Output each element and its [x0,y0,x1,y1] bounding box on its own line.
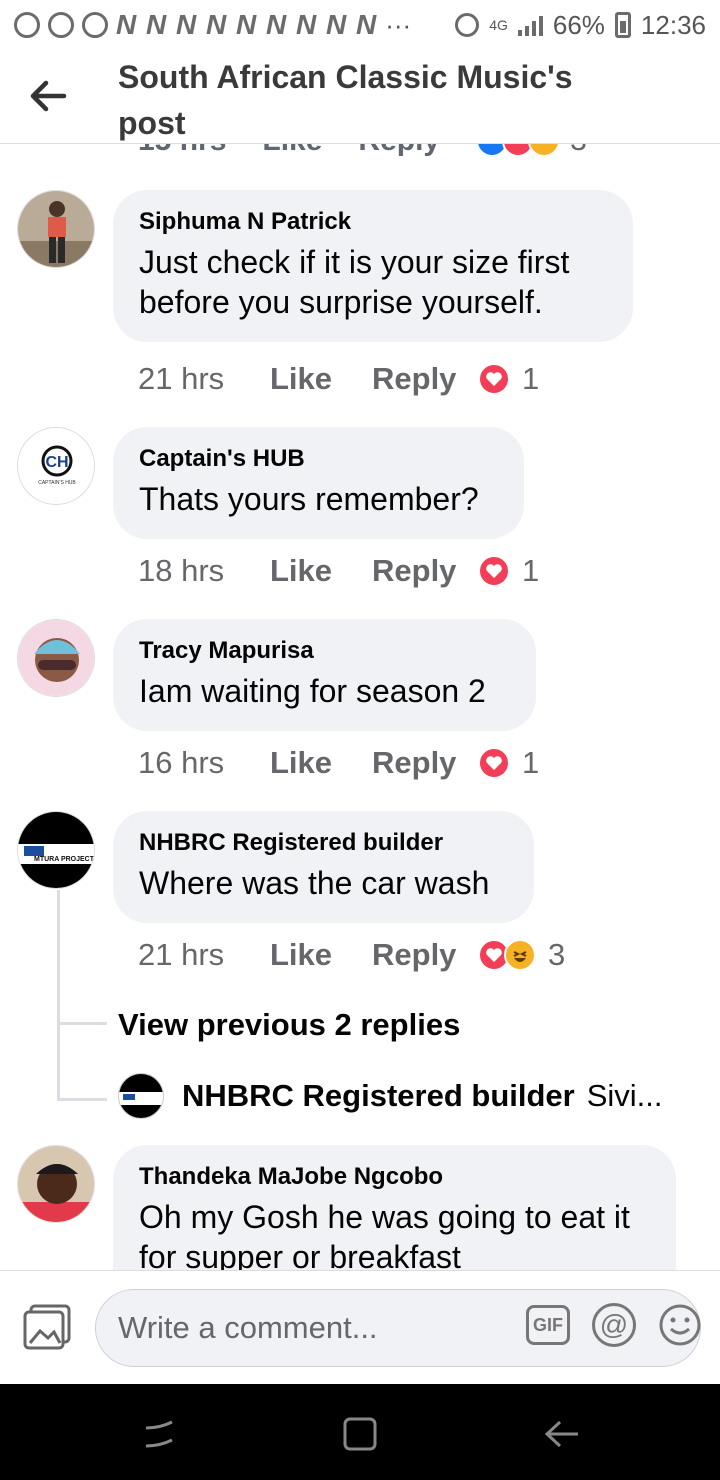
captains-hub-logo: CH CAPTAIN'S HUB [38,445,76,486]
reaction-count: 1 [522,361,540,396]
thread-line [57,1098,107,1101]
comment-bubble[interactable]: Thandeka MaJobe Ngcobo Oh my Gosh he was… [113,1145,676,1270]
whatsapp-icon [48,12,74,38]
avatar-photo [18,1146,94,1222]
haha-reaction-icon [504,939,536,971]
reaction-count: 1 [522,553,540,588]
mtura-project-logo: MTURA PROJECT [18,812,95,888]
view-previous-replies-link[interactable]: View previous 2 replies [118,1007,460,1043]
back-arrow-icon[interactable] [28,76,68,116]
gif-icon[interactable]: GIF [526,1305,570,1345]
avatar[interactable] [118,1073,164,1119]
status-bar: N N N N N N N N N ··· 4G 66% 12:36 [0,0,720,50]
mtura-project-logo [119,1074,163,1118]
comment-composer: Write a comment... GIF @ [0,1270,720,1384]
reactions[interactable] [478,555,510,587]
battery-icon [614,12,631,38]
comment-bubble[interactable]: Tracy Mapurisa Iam waiting for season 2 [113,619,536,731]
avatar[interactable] [17,190,95,268]
mention-icon[interactable]: @ [592,1303,636,1347]
more-notifications: ··· [385,9,412,40]
reactions[interactable] [478,363,510,395]
system-nav-bar [0,1384,720,1480]
comment-time: 16 hrs [138,745,225,780]
reply-preview[interactable]: NHBRC Registered builder Sivi... [118,1073,663,1119]
svg-text:CAPTAIN'S HUB: CAPTAIN'S HUB [38,480,76,486]
avatar[interactable] [17,619,95,697]
commenter-name[interactable]: Tracy Mapurisa [139,637,510,665]
comment-text: Thats yours remember? [139,481,479,517]
notification-letters: N N N N N N N N N [116,9,378,40]
reply-button[interactable]: Reply [372,745,478,781]
avatar-photo [18,191,94,267]
comment-actions: 16 hrs Like Reply 1 [138,745,539,781]
chrome-icon [14,12,40,38]
home-icon[interactable] [340,1414,380,1454]
top-bar: South African Classic Music's post [0,50,720,144]
comment-actions: 18 hrs Like Reply 1 [138,553,539,589]
reaction-count: 3 [570,144,587,158]
comment-actions: 21 hrs Like Reply 3 [138,937,565,973]
reactions[interactable] [478,747,510,779]
reply-text: Sivi... [586,1078,663,1113]
avatar[interactable] [17,1145,95,1223]
page-title: South African Classic Music's post [118,59,573,141]
commenter-name[interactable]: Thandeka MaJobe Ngcobo [139,1163,650,1191]
notification-icons: N N N N N N N N N ··· [14,9,411,41]
emoji-icon[interactable] [658,1303,702,1347]
love-reaction-icon [478,363,510,395]
reply-button[interactable]: Reply [372,361,478,397]
comment-actions: 21 hrs Like Reply 1 [138,361,539,397]
comment-time: 18 hrs [138,553,225,588]
comment-text: Iam waiting for season 2 [139,673,486,709]
reply-author-name[interactable]: NHBRC Registered builder [182,1078,575,1114]
love-reaction-icon [478,555,510,587]
like-button[interactable]: Like [270,361,372,397]
avatar[interactable]: MTURA PROJECT [17,811,95,889]
recent-apps-icon[interactable] [140,1414,180,1454]
comment-time: 21 hrs [138,361,225,396]
comment-bubble[interactable]: Siphuma N Patrick Just check if it is yo… [113,190,633,342]
photo-icon[interactable] [22,1303,72,1351]
love-reaction-icon [478,747,510,779]
commenter-name[interactable]: Captain's HUB [139,445,498,473]
commenter-name[interactable]: NHBRC Registered builder [139,829,508,857]
svg-text:CH: CH [45,454,68,471]
comment-text: Oh my Gosh he was going to eat it for su… [139,1199,630,1270]
thread-line [57,890,60,1100]
reactions[interactable] [478,939,536,971]
clock: 12:36 [640,9,706,40]
comment-text: Just check if it is your size first befo… [139,244,570,320]
comments-list[interactable]: 15 hrs Like Reply 3 Siphuma N Patrick Ju… [0,144,720,1270]
reactions[interactable]: 3 [476,144,587,158]
comment-time: 21 hrs [138,937,225,972]
like-button[interactable]: Like [262,144,322,158]
comment-bubble[interactable]: Captain's HUB Thats yours remember? [113,427,524,539]
reply-button[interactable]: Reply [358,144,440,158]
avatar-photo [18,620,94,696]
reaction-count: 3 [548,937,566,972]
comment-time: 15 hrs [138,144,226,158]
reply-button[interactable]: Reply [372,553,478,589]
like-button[interactable]: Like [270,745,372,781]
reply-button[interactable]: Reply [372,937,478,973]
cut-comment-actions: 15 hrs Like Reply 3 [138,144,587,158]
comment-text: Where was the car wash [139,865,490,901]
alarm-icon [455,13,480,37]
comment-bubble[interactable]: NHBRC Registered builder Where was the c… [113,811,534,923]
network-type: 4G [489,17,508,33]
like-button[interactable]: Like [270,937,372,973]
thread-line [57,1022,107,1025]
back-nav-icon[interactable] [542,1414,582,1454]
like-button[interactable]: Like [270,553,372,589]
signal-icon [517,14,543,36]
commenter-name[interactable]: Siphuma N Patrick [139,208,607,236]
avatar[interactable]: CH CAPTAIN'S HUB [17,427,95,505]
facebook-icon [82,12,108,38]
svg-text:MTURA PROJECT: MTURA PROJECT [34,856,95,863]
reaction-count: 1 [522,745,540,780]
battery-percent: 66% [552,9,605,40]
